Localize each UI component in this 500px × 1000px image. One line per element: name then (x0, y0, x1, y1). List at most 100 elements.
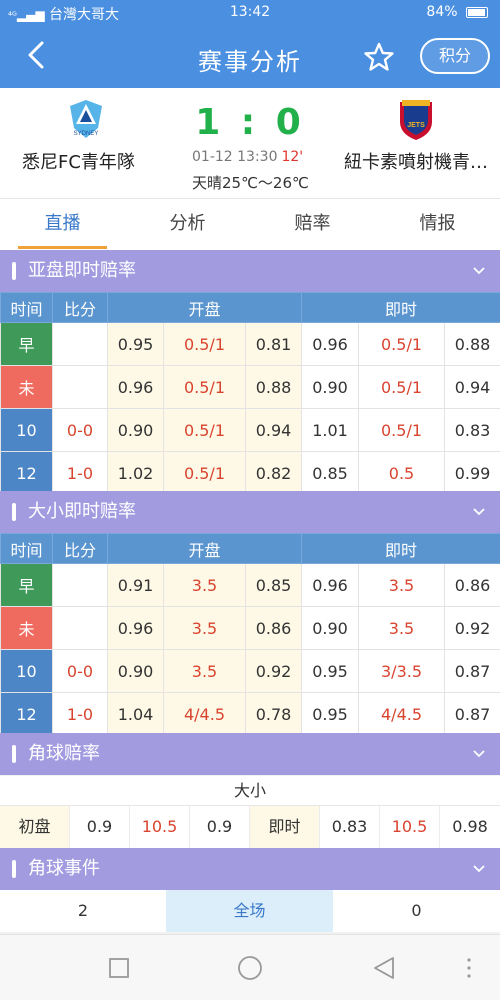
live-home-odds[interactable]: 0.95 (301, 692, 360, 736)
open-away-odds[interactable]: 0.81 (244, 322, 303, 366)
initial-line[interactable]: 10.5 (130, 806, 190, 848)
live-away-odds[interactable]: 0.94 (444, 365, 500, 409)
home-circle-icon[interactable] (237, 955, 263, 981)
live-home-odds[interactable]: 0.95 (301, 649, 360, 693)
open-home-odds[interactable]: 1.02 (107, 451, 164, 495)
tab-live[interactable]: 直播 (0, 199, 125, 251)
recent-apps-icon[interactable] (106, 955, 132, 981)
live-away-odds[interactable]: 0.83 (444, 408, 500, 452)
live-handicap[interactable]: 3.5 (358, 606, 446, 650)
more-dots-icon[interactable] (456, 955, 482, 981)
live-home-odds[interactable]: 0.96 (301, 322, 360, 366)
open-handicap[interactable]: 3.5 (163, 606, 246, 650)
odds-row[interactable]: 早 0.91 3.5 0.85 0.96 3.5 0.86 (0, 563, 500, 607)
corner-events-row: 2 全场 0 (0, 890, 500, 932)
live-home-odds[interactable]: 0.85 (301, 451, 360, 495)
time-cell: 未 (0, 606, 53, 650)
live-handicap[interactable]: 3/3.5 (358, 649, 446, 693)
live-home-odds[interactable]: 0.90 (301, 365, 360, 409)
live-handicap[interactable]: 0.5 (358, 451, 446, 495)
back-triangle-icon[interactable] (371, 955, 397, 981)
col-score: 比分 (52, 533, 108, 564)
tab-analysis[interactable]: 分析 (125, 199, 250, 251)
live-home-odds[interactable]: 0.96 (301, 563, 360, 607)
open-away-odds[interactable]: 0.78 (244, 692, 303, 736)
open-handicap[interactable]: 3.5 (163, 563, 246, 607)
initial-over-odds[interactable]: 0.9 (70, 806, 130, 848)
chevron-down-icon[interactable] (472, 264, 486, 278)
live-away-odds[interactable]: 0.87 (444, 649, 500, 693)
odds-row[interactable]: 10 0-0 0.90 0.5/1 0.94 1.01 0.5/1 0.83 (0, 408, 500, 452)
home-corners: 2 (77, 901, 89, 920)
home-team-name[interactable]: 悉尼FC青年隊 (22, 148, 135, 174)
open-handicap[interactable]: 0.5/1 (163, 365, 246, 409)
open-home-odds[interactable]: 0.90 (107, 649, 164, 693)
open-home-odds[interactable]: 1.04 (107, 692, 164, 736)
live-away-odds[interactable]: 0.92 (444, 606, 500, 650)
live-line[interactable]: 10.5 (380, 806, 440, 848)
score-cell (52, 563, 108, 607)
open-away-odds[interactable]: 0.82 (244, 451, 303, 495)
over-under-header[interactable]: 大小即时赔率 (0, 491, 500, 533)
open-away-odds[interactable]: 0.88 (244, 365, 303, 409)
clock: 13:42 (229, 4, 271, 20)
odds-row[interactable]: 12 1-0 1.04 4/4.5 0.78 0.95 4/4.5 0.87 (0, 692, 500, 736)
odds-row[interactable]: 10 0-0 0.90 3.5 0.92 0.95 3/3.5 0.87 (0, 649, 500, 693)
section-marker (12, 745, 16, 763)
live-under-odds[interactable]: 0.98 (440, 806, 500, 848)
open-handicap[interactable]: 0.5/1 (163, 408, 246, 452)
time-cell: 未 (0, 365, 53, 409)
open-away-odds[interactable]: 0.94 (244, 408, 303, 452)
live-handicap[interactable]: 4/4.5 (358, 692, 446, 736)
live-handicap[interactable]: 0.5/1 (358, 408, 446, 452)
live-handicap[interactable]: 0.5/1 (358, 322, 446, 366)
tab-intel[interactable]: 情报 (375, 199, 500, 251)
live-home-odds[interactable]: 1.01 (301, 408, 360, 452)
open-home-odds[interactable]: 0.91 (107, 563, 164, 607)
corner-odds-header[interactable]: 角球赔率 (0, 733, 500, 775)
top-bar: ⁴ᴳ▂▄▆ 台灣大哥大 13:42 84% 赛事分析 积分 (0, 0, 500, 88)
open-handicap[interactable]: 0.5/1 (163, 322, 246, 366)
open-handicap[interactable]: 0.5/1 (163, 451, 246, 495)
tab-bar: 直播 分析 赔率 情报 (0, 198, 500, 250)
open-home-odds[interactable]: 0.96 (107, 606, 164, 650)
open-home-odds[interactable]: 0.90 (107, 408, 164, 452)
col-score: 比分 (52, 292, 108, 323)
open-away-odds[interactable]: 0.92 (244, 649, 303, 693)
open-away-odds[interactable]: 0.86 (244, 606, 303, 650)
chevron-down-icon[interactable] (472, 505, 486, 519)
initial-label: 初盘 (0, 806, 70, 848)
open-home-odds[interactable]: 0.96 (107, 365, 164, 409)
open-handicap[interactable]: 3.5 (163, 649, 246, 693)
odds-row[interactable]: 12 1-0 1.02 0.5/1 0.82 0.85 0.5 0.99 (0, 451, 500, 495)
period-label[interactable]: 全场 (166, 890, 333, 932)
live-away-odds[interactable]: 0.87 (444, 692, 500, 736)
tab-odds[interactable]: 赔率 (250, 199, 375, 251)
live-handicap[interactable]: 3.5 (358, 563, 446, 607)
odds-row[interactable]: 未 0.96 3.5 0.86 0.90 3.5 0.92 (0, 606, 500, 650)
open-away-odds[interactable]: 0.85 (244, 563, 303, 607)
initial-under-odds[interactable]: 0.9 (190, 806, 250, 848)
live-away-odds[interactable]: 0.86 (444, 563, 500, 607)
battery-percent: 84% (426, 4, 458, 20)
favorite-star-icon[interactable] (364, 42, 394, 72)
over-under-table: 时间 比分 开盘 即时 早 0.91 3.5 0.85 0.96 3.5 0.86 未 0.96… (0, 533, 500, 736)
odds-row[interactable]: 未 0.96 0.5/1 0.88 0.90 0.5/1 0.94 (0, 365, 500, 409)
corner-events-header[interactable]: 角球事件 (0, 848, 500, 890)
odds-row[interactable]: 早 0.95 0.5/1 0.81 0.96 0.5/1 0.88 (0, 322, 500, 366)
live-away-odds[interactable]: 0.99 (444, 451, 500, 495)
open-handicap[interactable]: 4/4.5 (163, 692, 246, 736)
points-button[interactable]: 积分 (420, 38, 490, 74)
live-home-odds[interactable]: 0.90 (301, 606, 360, 650)
chevron-down-icon[interactable] (472, 747, 486, 761)
open-home-odds[interactable]: 0.95 (107, 322, 164, 366)
asian-handicap-header[interactable]: 亚盘即时赔率 (0, 250, 500, 292)
away-team-name[interactable]: 紐卡素噴射機青… (344, 148, 494, 174)
live-away-odds[interactable]: 0.88 (444, 322, 500, 366)
live-over-odds[interactable]: 0.83 (320, 806, 380, 848)
match-datetime: 01-12 13:30 12' (192, 149, 303, 165)
live-handicap[interactable]: 0.5/1 (358, 365, 446, 409)
score-cell: 0-0 (52, 649, 108, 693)
away-corners: 0 (411, 901, 422, 920)
chevron-down-icon[interactable] (472, 862, 486, 876)
